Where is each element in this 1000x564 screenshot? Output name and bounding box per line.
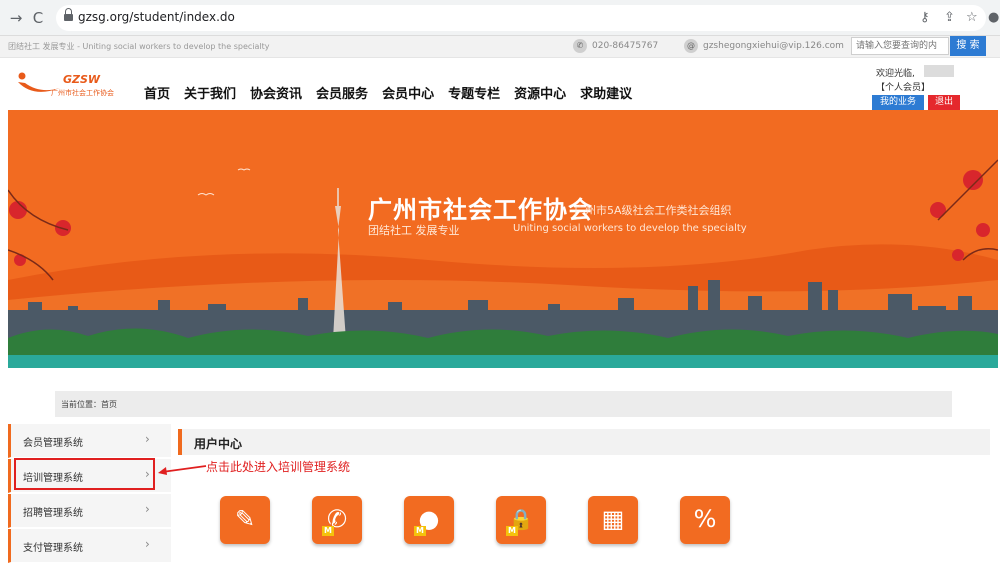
nav-news[interactable]: 协会资讯 xyxy=(250,83,302,102)
forward-icon[interactable]: → xyxy=(6,8,26,28)
browser-toolbar: → C gzsg.org/student/index.do ⚷ ⇪ ☆ ● xyxy=(0,0,1000,36)
m-badge: M xyxy=(322,526,334,536)
top-info-bar: 团结社工 发展专业 - Uniting social workers to de… xyxy=(0,36,1000,58)
phone-icon: ✆ xyxy=(573,39,587,53)
sidebar-item-recruitment-management[interactable]: 招聘管理系统 › xyxy=(8,494,171,528)
logout-button[interactable]: 退出 xyxy=(928,95,960,110)
user-icon[interactable]: ● M xyxy=(404,496,454,544)
phone-tile-icon[interactable]: ✆ M xyxy=(312,496,362,544)
breadcrumb-text: 当前位置：首页 xyxy=(61,400,117,409)
email-address: gzshegongxiehui@vip.126.com xyxy=(703,41,844,51)
annotation-text: 点击此处进入培训管理系统 xyxy=(206,460,351,474)
m-badge: M xyxy=(506,526,518,536)
key-icon[interactable]: ⚷ xyxy=(920,9,930,27)
reload-icon[interactable]: C xyxy=(28,8,48,28)
notebook-icon[interactable]: ✎ xyxy=(220,496,270,544)
chevron-right-icon: › xyxy=(145,502,150,516)
sidebar-item-label: 支付管理系统 xyxy=(23,543,83,554)
lock-icon xyxy=(64,8,73,22)
annotation-arrow-icon xyxy=(158,465,207,475)
nav-resources[interactable]: 资源中心 xyxy=(514,83,566,102)
banner-slogan-en: Uniting social workers to develop the sp… xyxy=(513,223,747,234)
username-redacted xyxy=(924,65,954,77)
nav-topics[interactable]: 专题专栏 xyxy=(448,83,500,102)
chevron-right-icon: › xyxy=(145,537,150,551)
user-center-header: 用户中心 xyxy=(178,429,990,455)
site-tagline: 团结社工 发展专业 - Uniting social workers to de… xyxy=(8,42,270,51)
chevron-right-icon: › xyxy=(145,432,150,446)
banner-slogan-cn: 团结社工 发展专业 xyxy=(368,224,460,237)
svg-text:GZSW: GZSW xyxy=(63,73,101,86)
email-icon: @ xyxy=(684,39,698,53)
nav-member-center[interactable]: 会员中心 xyxy=(382,83,434,102)
sidebar-item-label: 会员管理系统 xyxy=(23,438,83,449)
member-type: 【个人会员】 xyxy=(876,83,931,93)
search-input[interactable] xyxy=(851,37,949,55)
url-text: gzsg.org/student/index.do xyxy=(78,10,235,24)
svg-text:广州市社会工作协会: 广州市社会工作协会 xyxy=(51,88,114,97)
highlight-box xyxy=(14,458,155,490)
hero-banner: 广州市社会工作协会 广州市5A级社会工作类社会组织 团结社工 发展专业 Unit… xyxy=(8,110,998,368)
banner-illustration xyxy=(8,110,998,368)
sidebar-item-label: 招聘管理系统 xyxy=(23,508,83,519)
sidebar-item-payment-management[interactable]: 支付管理系统 › xyxy=(8,529,171,563)
star-icon[interactable]: ☆ xyxy=(966,9,978,27)
sidebar-item-member-management[interactable]: 会员管理系统 › xyxy=(8,424,171,458)
profile-icon[interactable]: ● xyxy=(988,9,999,27)
lock-tile-icon[interactable]: 🔒 M xyxy=(496,496,546,544)
sidebar: 会员管理系统 › 培训管理系统 › 招聘管理系统 › 支付管理系统 › xyxy=(8,424,171,564)
calendar-icon[interactable]: ▦ xyxy=(588,496,638,544)
nav-help[interactable]: 求助建议 xyxy=(580,83,632,102)
welcome-text: 欢迎光临, xyxy=(876,69,915,79)
gzsw-logo[interactable]: GZSW 广州市社会工作协会 xyxy=(15,68,127,100)
breadcrumb: 当前位置：首页 xyxy=(55,391,952,417)
banner-title: 广州市社会工作协会 xyxy=(368,196,593,224)
main-nav: 首页 关于我们 协会资讯 会员服务 会员中心 专题专栏 资源中心 求助建议 xyxy=(144,83,632,102)
nav-home[interactable]: 首页 xyxy=(144,83,170,102)
my-business-button[interactable]: 我的业务 xyxy=(872,95,924,110)
banner-subtitle: 广州市5A级社会工作类社会组织 xyxy=(574,204,732,217)
phone-number: 020-86475767 xyxy=(592,41,659,51)
search-button[interactable]: 搜 索 xyxy=(950,36,986,56)
section-title: 用户中心 xyxy=(194,437,243,451)
nav-about[interactable]: 关于我们 xyxy=(184,83,236,102)
nav-member-services[interactable]: 会员服务 xyxy=(316,83,368,102)
growth-chart-icon[interactable]: % xyxy=(680,496,730,544)
share-icon[interactable]: ⇪ xyxy=(944,9,955,27)
address-bar[interactable]: gzsg.org/student/index.do xyxy=(56,5,986,31)
m-badge: M xyxy=(414,526,426,536)
site-header: GZSW 广州市社会工作协会 首页 关于我们 协会资讯 会员服务 会员中心 专题… xyxy=(0,58,1000,110)
